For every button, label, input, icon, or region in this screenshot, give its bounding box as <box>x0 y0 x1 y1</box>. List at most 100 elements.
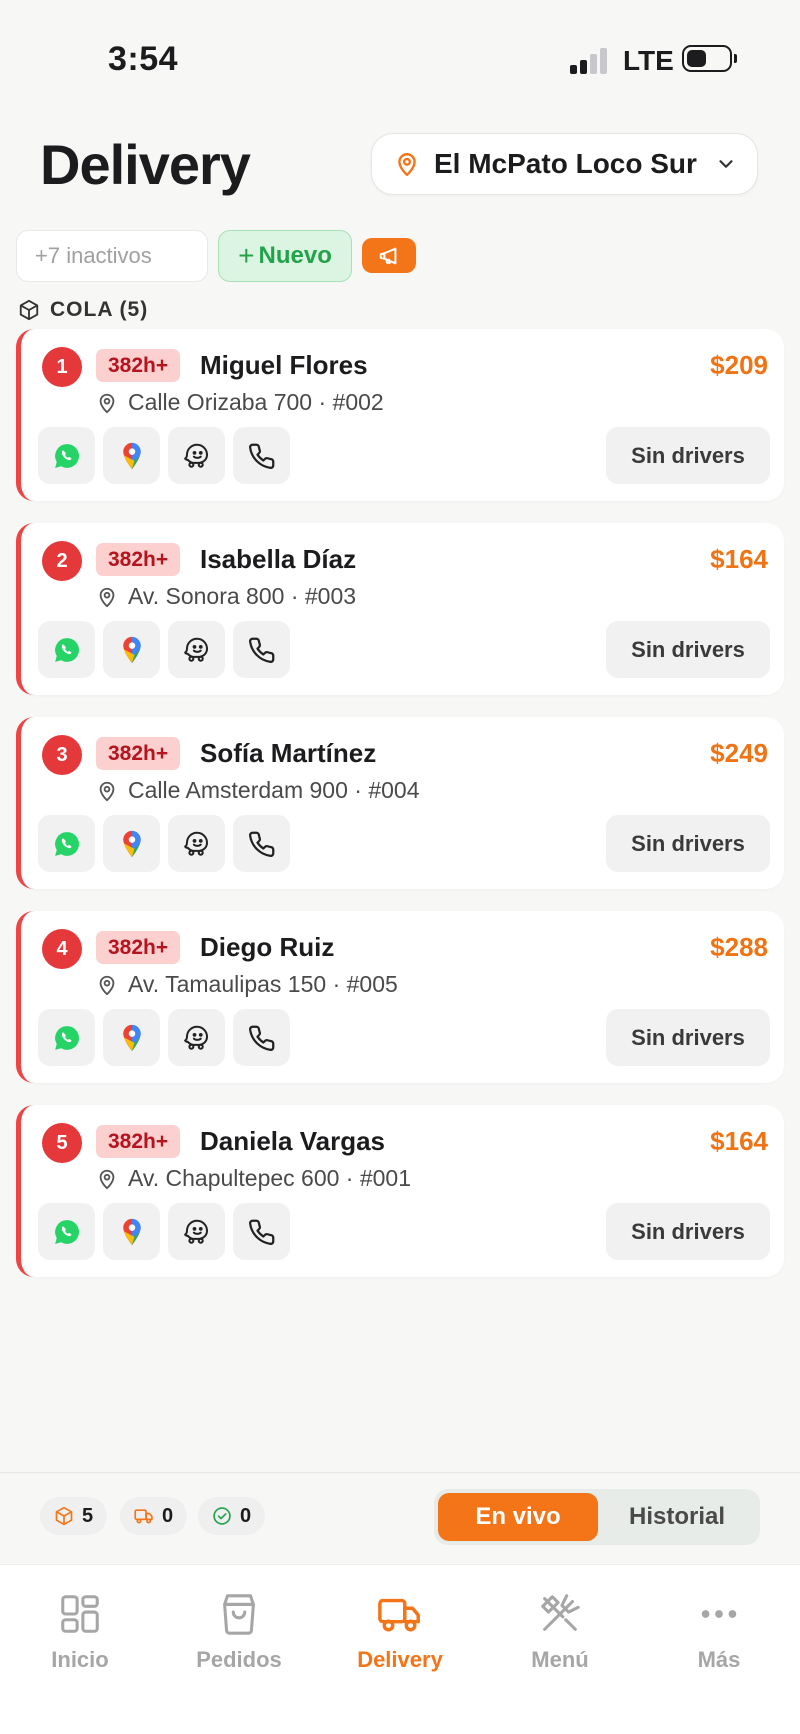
call-button[interactable] <box>233 815 290 872</box>
maps-button[interactable] <box>103 815 160 872</box>
customer-name: Sofía Martínez <box>200 738 377 768</box>
driver-status-button[interactable]: Sin drivers <box>606 621 770 678</box>
tab-inicio[interactable]: Inicio <box>15 1591 145 1673</box>
maps-button[interactable] <box>103 427 160 484</box>
location-pin-icon <box>99 781 115 801</box>
tab-pedidos[interactable]: Pedidos <box>174 1591 304 1673</box>
waze-icon <box>183 1219 208 1244</box>
customer-name: Isabella Díaz <box>200 544 357 574</box>
waze-button[interactable] <box>168 621 225 678</box>
inactive-orders-button[interactable]: +7 inactivos <box>16 230 208 282</box>
order-total: $164 <box>710 544 768 574</box>
utensils-icon <box>541 1594 580 1631</box>
new-order-button[interactable]: + Nuevo <box>218 230 352 282</box>
waze-icon <box>183 443 208 468</box>
whatsapp-button[interactable] <box>38 1203 95 1260</box>
phone-icon <box>248 637 274 663</box>
order-card[interactable]: 4 382h+ Diego Ruiz $288 Av. Tamaulipas 1… <box>16 911 784 1083</box>
location-pin-icon <box>99 587 115 607</box>
whatsapp-icon <box>54 637 79 662</box>
check-circle-icon <box>213 1507 231 1525</box>
tab-label: Delivery <box>357 1647 443 1672</box>
page-title: Delivery <box>40 133 251 196</box>
order-total: $288 <box>710 932 768 962</box>
location-name: El McPato Loco Sur <box>434 148 697 179</box>
driver-status-button[interactable]: Sin drivers <box>606 815 770 872</box>
whatsapp-button[interactable] <box>38 815 95 872</box>
phone-icon <box>248 1219 274 1245</box>
address-text: Av. Tamaulipas 150 · #005 <box>128 971 398 997</box>
waze-icon <box>183 637 208 662</box>
delivered-count: 0 <box>198 1497 266 1535</box>
in-transit-count-value: 0 <box>162 1504 174 1527</box>
tab-bar: Inicio Pedidos Delivery Menú Más <box>0 1564 800 1734</box>
queued-count-value: 5 <box>82 1504 94 1527</box>
megaphone-icon <box>379 247 397 264</box>
wait-badge: 382h+ <box>96 737 181 770</box>
order-actions <box>38 1203 298 1260</box>
status-time: 3:54 <box>108 40 179 78</box>
tab-label: Menú <box>531 1647 589 1672</box>
order-card[interactable]: 3 382h+ Sofía Martínez $249 Calle Amster… <box>16 717 784 889</box>
location-pin-icon <box>99 1169 115 1189</box>
waze-button[interactable] <box>168 1203 225 1260</box>
location-pin-icon <box>99 393 115 413</box>
new-order-label: Nuevo <box>258 242 332 269</box>
tab-menu[interactable]: Menú <box>495 1591 625 1673</box>
wait-badge: 382h+ <box>96 543 181 576</box>
maps-button[interactable] <box>103 1203 160 1260</box>
whatsapp-icon <box>54 831 79 856</box>
order-actions <box>38 621 298 678</box>
phone-icon <box>248 831 274 857</box>
tab-delivery[interactable]: Delivery <box>335 1591 465 1673</box>
order-number: 5 <box>42 1123 82 1163</box>
wait-badge: 382h+ <box>96 1125 181 1158</box>
customer-name: Miguel Flores <box>200 350 368 380</box>
call-button[interactable] <box>233 1009 290 1066</box>
whatsapp-icon <box>54 1219 79 1244</box>
order-actions <box>38 427 298 484</box>
call-button[interactable] <box>233 427 290 484</box>
waze-icon <box>183 831 208 856</box>
call-button[interactable] <box>233 621 290 678</box>
whatsapp-button[interactable] <box>38 427 95 484</box>
order-card[interactable]: 2 382h+ Isabella Díaz $164 Av. Sonora 80… <box>16 523 784 695</box>
network-label: LTE <box>623 45 674 76</box>
google-maps-icon <box>122 1218 141 1245</box>
whatsapp-button[interactable] <box>38 621 95 678</box>
driver-status-button[interactable]: Sin drivers <box>606 1009 770 1066</box>
order-total: $249 <box>710 738 768 768</box>
waze-button[interactable] <box>168 815 225 872</box>
maps-button[interactable] <box>103 1009 160 1066</box>
order-card[interactable]: 1 382h+ Miguel Flores $209 Calle Orizaba… <box>16 329 784 501</box>
announce-button[interactable] <box>362 238 416 273</box>
google-maps-icon <box>122 442 141 469</box>
call-button[interactable] <box>233 1203 290 1260</box>
customer-name: Daniela Vargas <box>200 1126 385 1156</box>
order-number: 2 <box>42 541 82 581</box>
driver-status-button[interactable]: Sin drivers <box>606 1203 770 1260</box>
live-view-button[interactable]: En vivo <box>438 1493 598 1541</box>
maps-button[interactable] <box>103 621 160 678</box>
waze-icon <box>183 1025 208 1050</box>
order-card[interactable]: 5 382h+ Daniela Vargas $164 Av. Chapulte… <box>16 1105 784 1277</box>
location-picker[interactable]: El McPato Loco Sur <box>371 133 758 195</box>
status-bar: 3:54 LTE <box>0 0 800 118</box>
google-maps-icon <box>122 830 141 857</box>
order-address: Av. Sonora 800 · #003 <box>96 583 356 610</box>
waze-button[interactable] <box>168 1009 225 1066</box>
wait-badge: 382h+ <box>96 349 181 382</box>
tab-mas[interactable]: Más <box>654 1591 784 1673</box>
tab-label: Más <box>697 1647 741 1672</box>
truck-icon <box>134 1509 153 1524</box>
history-view-button[interactable]: Historial <box>598 1493 756 1541</box>
waze-button[interactable] <box>168 427 225 484</box>
driver-status-button[interactable]: Sin drivers <box>606 427 770 484</box>
order-address: Calle Amsterdam 900 · #004 <box>96 777 420 804</box>
tab-label: Inicio <box>51 1647 109 1672</box>
tab-label: Pedidos <box>196 1647 282 1672</box>
order-address: Calle Orizaba 700 · #002 <box>96 389 384 416</box>
google-maps-icon <box>122 1024 141 1051</box>
package-icon <box>19 299 39 321</box>
whatsapp-button[interactable] <box>38 1009 95 1066</box>
